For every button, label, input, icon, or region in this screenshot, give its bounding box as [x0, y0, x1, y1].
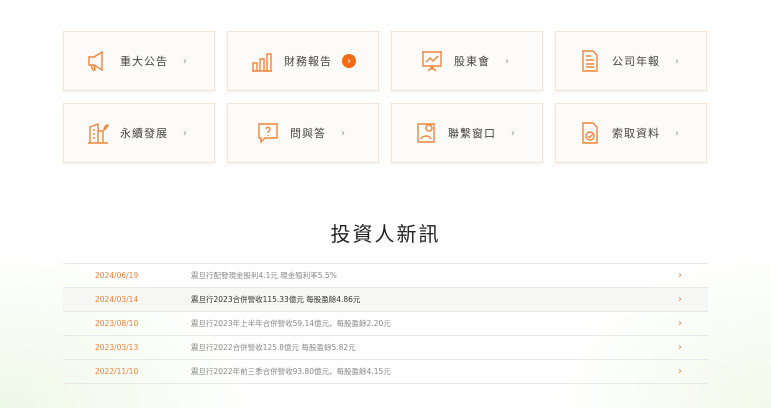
chevron-right-icon: › [678, 294, 682, 305]
news-item[interactable]: 2024/03/14 震旦行2023合併營收115.33億元 每股盈餘4.86元… [63, 288, 708, 312]
news-title[interactable]: 震旦行2022年前三季合併營收93.80億元，每股盈餘4.15元 [191, 366, 678, 377]
chevron-right-icon: › [678, 270, 682, 281]
news-date: 2024/06/19 [95, 271, 139, 280]
card-shareholders-meeting[interactable]: 股東會 › [391, 31, 543, 91]
chevron-right-icon: › [678, 342, 682, 353]
card-label: 永續發展 [120, 127, 168, 140]
news-item[interactable]: 2024/06/19 震旦行配發現金股利4.1元 現金殖利率5.5% › [63, 264, 708, 288]
chevron-right-icon: › [511, 127, 515, 139]
news-title[interactable]: 震旦行2022合併營收125.8億元 每股盈餘5.82元 [191, 342, 678, 353]
news-date: 2022/11/10 [95, 367, 139, 376]
chevron-right-icon: › [505, 55, 509, 67]
chevron-right-icon: › [678, 318, 682, 329]
news-title[interactable]: 震旦行2023年上半年合併營收59.14億元，每股盈餘2.20元 [191, 318, 678, 329]
news-item[interactable]: 2023/03/13 震旦行2022合併營收125.8億元 每股盈餘5.82元 … [63, 336, 708, 360]
news-date: 2023/08/10 [95, 319, 139, 328]
card-major-announcements[interactable]: 重大公告 › [63, 31, 215, 91]
card-label: 重大公告 [120, 55, 168, 68]
chevron-right-icon: › [341, 127, 345, 139]
card-sustainability[interactable]: 永續發展 › [63, 103, 215, 163]
news-item[interactable]: 2022/11/10 震旦行2022年前三季合併營收93.80億元，每股盈餘4.… [63, 360, 708, 384]
chevron-right-icon: › [183, 55, 187, 67]
card-label: 財務報告 [284, 55, 332, 68]
contact-person-icon [417, 123, 435, 143]
card-financial-reports[interactable]: 財務報告 › [227, 31, 379, 91]
card-label: 問與答 [290, 127, 326, 140]
file-check-icon [582, 122, 598, 144]
chevron-right-icon: › [675, 127, 679, 139]
building-plant-icon [88, 122, 109, 144]
news-title[interactable]: 震旦行配發現金股利4.1元 現金殖利率5.5% [191, 270, 678, 281]
news-list: 2024/06/19 震旦行配發現金股利4.1元 現金殖利率5.5% › 202… [63, 263, 708, 384]
megaphone-icon [88, 50, 103, 72]
presentation-board-icon [422, 51, 442, 72]
card-label: 股東會 [454, 55, 490, 68]
card-annual-report[interactable]: 公司年報 › [555, 31, 707, 91]
chevron-right-icon: › [342, 54, 356, 68]
chevron-right-icon: › [675, 55, 679, 67]
card-request-materials[interactable]: 索取資料 › [555, 103, 707, 163]
chevron-right-icon: › [678, 366, 682, 377]
card-label: 公司年報 [612, 55, 660, 68]
question-bubble-icon [258, 123, 278, 144]
news-date: 2023/03/13 [95, 343, 139, 352]
card-contact[interactable]: 聯繫窗口 › [391, 103, 543, 163]
card-label: 聯繫窗口 [448, 127, 496, 140]
document-icon [582, 50, 598, 72]
chevron-right-icon: › [183, 127, 187, 139]
card-faq[interactable]: 問與答 › [227, 103, 379, 163]
news-item[interactable]: 2023/08/10 震旦行2023年上半年合併營收59.14億元，每股盈餘2.… [63, 312, 708, 336]
news-date: 2024/03/14 [95, 295, 139, 304]
bar-chart-icon [252, 53, 272, 72]
section-title: 投資人新訊 [330, 222, 441, 246]
card-label: 索取資料 [612, 127, 660, 140]
news-title[interactable]: 震旦行2023合併營收115.33億元 每股盈餘4.86元 [191, 294, 678, 305]
